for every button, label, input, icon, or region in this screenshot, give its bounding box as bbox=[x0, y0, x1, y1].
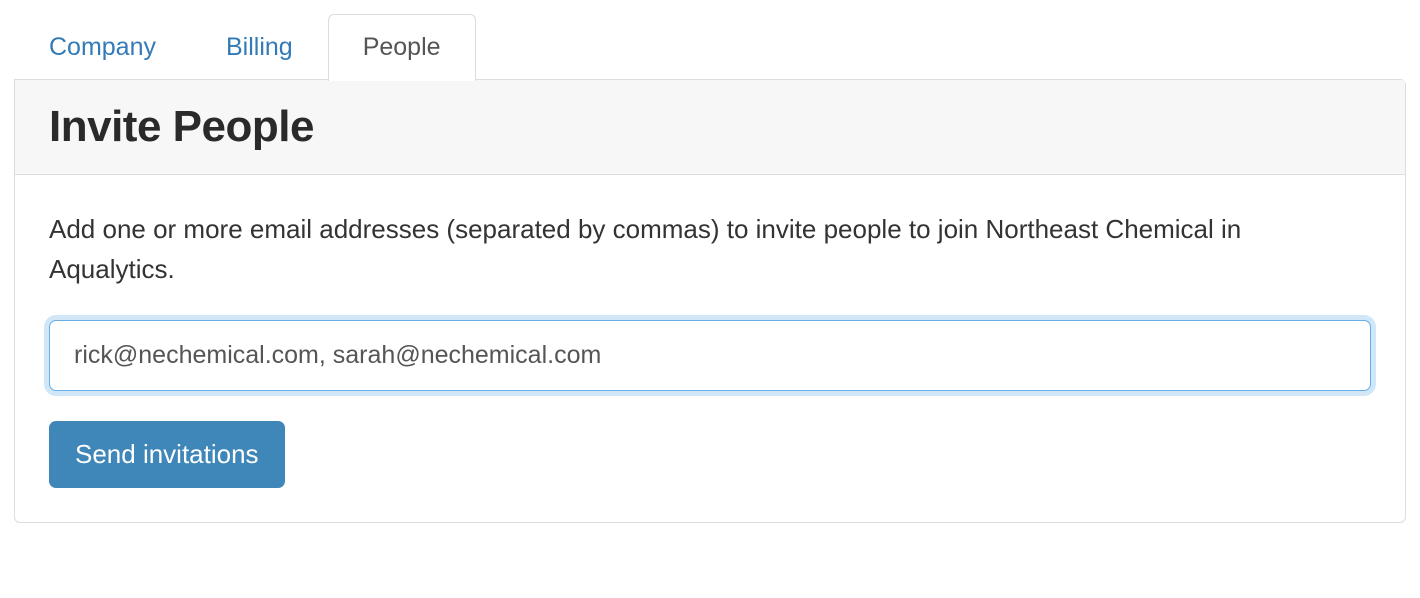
page-title: Invite People bbox=[49, 102, 1371, 152]
panel-header: Invite People bbox=[15, 80, 1405, 175]
send-invitations-button[interactable]: Send invitations bbox=[49, 421, 285, 488]
tab-company[interactable]: Company bbox=[14, 14, 191, 80]
tab-people[interactable]: People bbox=[328, 14, 476, 81]
panel-body: Add one or more email addresses (separat… bbox=[15, 175, 1405, 522]
tabs-nav: Company Billing People bbox=[14, 14, 1406, 80]
email-input[interactable] bbox=[49, 320, 1371, 391]
invite-panel: Invite People Add one or more email addr… bbox=[14, 79, 1406, 523]
tab-billing[interactable]: Billing bbox=[191, 14, 328, 80]
invite-description: Add one or more email addresses (separat… bbox=[49, 209, 1371, 290]
